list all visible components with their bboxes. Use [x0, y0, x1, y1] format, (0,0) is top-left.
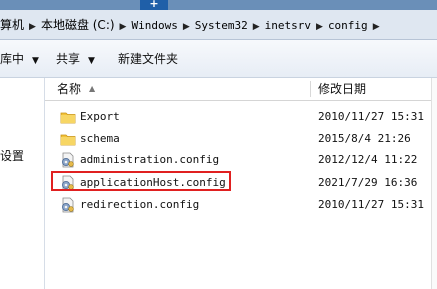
organize-label: 库中 [0, 52, 25, 66]
new-folder-label: 新建文件夹 [118, 52, 179, 66]
file-date: 2012/12/4 11:22 [318, 153, 418, 166]
new-folder-button[interactable]: 新建文件夹 [118, 40, 178, 78]
file-name: Export [80, 110, 120, 123]
file-name: administration.config [80, 153, 220, 166]
plus-icon: + [149, 0, 159, 10]
breadcrumb-inetsrv[interactable]: inetsrv [265, 11, 311, 41]
chevron-right-icon[interactable]: ▶ [29, 12, 36, 42]
breadcrumb-local-disk[interactable]: 本地磁盘 (C:) [41, 10, 115, 40]
file-row-redirection-config[interactable]: redirection.config 2010/11/27 15:31 [45, 194, 425, 216]
chevron-right-icon[interactable]: ▶ [373, 12, 380, 42]
breadcrumb-system32[interactable]: System32 [195, 11, 248, 41]
breadcrumb: 算机 ▶ 本地磁盘 (C:) ▶ Windows ▶ System32 ▶ inetsrv ▶ co… [0, 10, 385, 40]
column-header-row: 名称 ▲ 修改日期 [45, 78, 437, 101]
organize-button[interactable]: 库中 ▼ [0, 40, 39, 78]
chevron-right-icon[interactable]: ▶ [253, 12, 260, 42]
file-name: redirection.config [80, 198, 200, 211]
config-file-icon [62, 152, 74, 168]
folder-icon [60, 112, 76, 124]
vertical-scrollbar[interactable] [431, 78, 437, 289]
share-label: 共享 [56, 52, 81, 66]
nav-item-settings[interactable]: 设置 [0, 147, 24, 164]
file-row-export[interactable]: Export 2010/11/27 15:31 [45, 106, 425, 128]
chevron-right-icon[interactable]: ▶ [183, 12, 190, 42]
dropdown-arrow-icon: ▼ [88, 56, 95, 66]
chevron-right-icon[interactable]: ▶ [120, 12, 127, 42]
file-date: 2015/8/4 21:26 [318, 132, 411, 145]
file-row-administration-config[interactable]: administration.config 2012/12/4 11:22 [45, 149, 425, 171]
window-title-strip: + [0, 0, 437, 10]
breadcrumb-windows[interactable]: Windows [131, 11, 177, 41]
navigation-pane: 设置 [0, 78, 45, 289]
column-header-name[interactable]: 名称 [57, 78, 81, 100]
breadcrumb-config[interactable]: config [328, 11, 368, 41]
column-header-date[interactable]: 修改日期 [318, 78, 366, 100]
highlight-box [51, 171, 231, 191]
file-row-schema[interactable]: schema 2015/8/4 21:26 [45, 128, 425, 150]
chevron-right-icon[interactable]: ▶ [316, 12, 323, 42]
share-button[interactable]: 共享 ▼ [56, 40, 95, 78]
breadcrumb-computer[interactable]: 算机 [0, 10, 24, 40]
file-date: 2021/7/29 16:36 [318, 176, 418, 189]
dropdown-arrow-icon: ▼ [32, 56, 39, 66]
file-date: 2010/11/27 15:31 [318, 110, 424, 123]
folder-icon [60, 134, 76, 146]
command-toolbar: 库中 ▼ 共享 ▼ 新建文件夹 [0, 40, 437, 78]
sort-ascending-icon: ▲ [89, 84, 96, 93]
address-bar[interactable]: 算机 ▶ 本地磁盘 (C:) ▶ Windows ▶ System32 ▶ inetsrv ▶ co… [0, 10, 437, 40]
file-date: 2010/11/27 15:31 [318, 198, 424, 211]
column-divider[interactable] [310, 81, 311, 97]
file-name: schema [80, 132, 120, 145]
config-file-icon [62, 197, 74, 213]
file-list: 名称 ▲ 修改日期 Export 2010/11/27 15:31 schema… [45, 78, 437, 289]
new-tab-button[interactable]: + [140, 0, 168, 10]
